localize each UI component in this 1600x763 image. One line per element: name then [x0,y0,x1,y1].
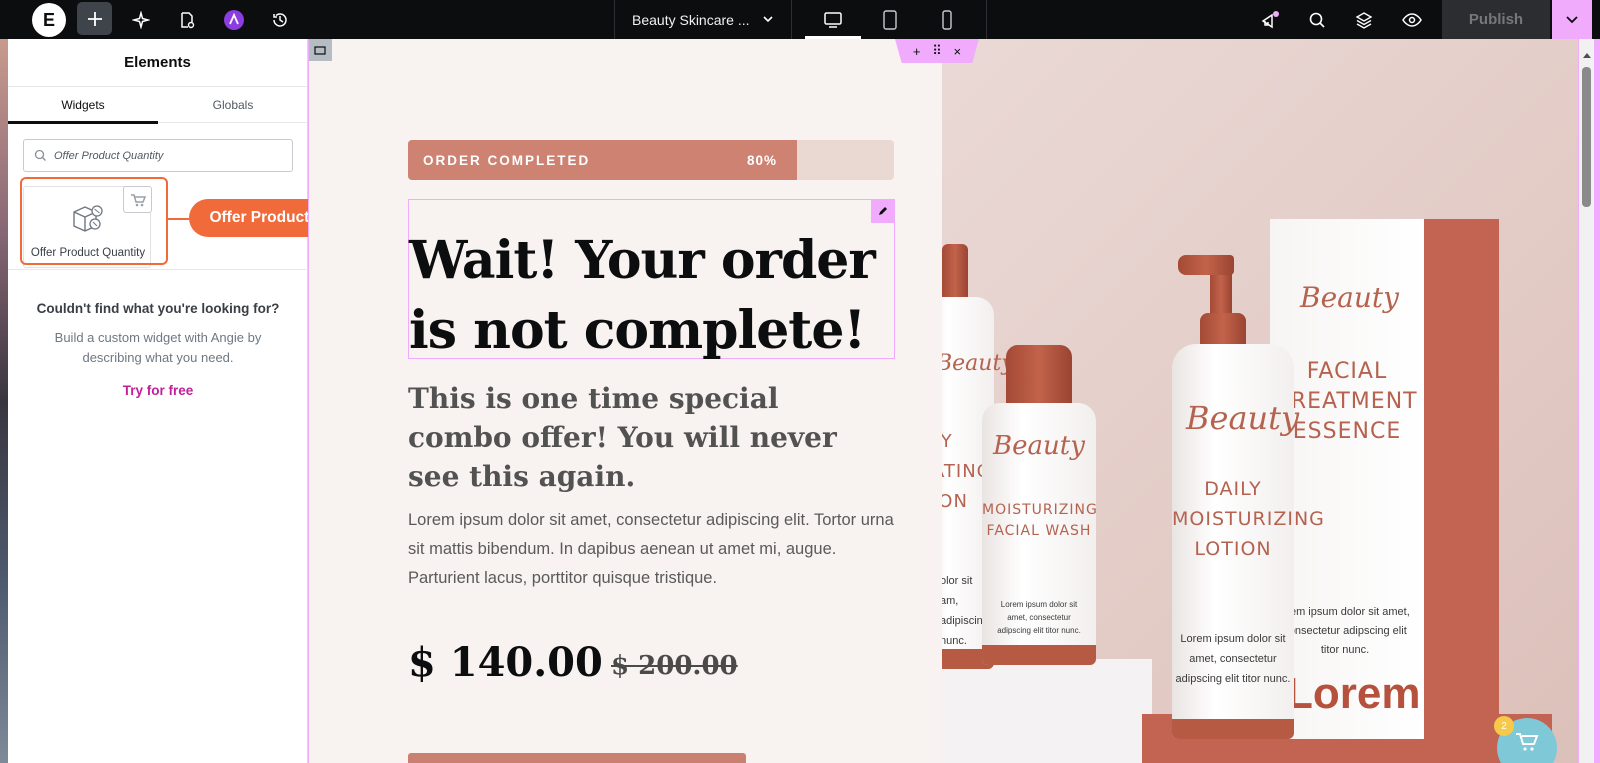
editor-canvas: Beauty LY ATING ION olor sit am, adipisc… [308,39,1578,763]
document-title: Beauty Skincare ... [632,11,750,28]
mobile-device-icon[interactable] [919,0,975,39]
whats-new-icon[interactable] [1253,0,1287,39]
left-bottle-small-text: olor sit am, adipiscing nunc. [942,575,989,647]
page-settings-icon[interactable] [170,0,204,39]
product-photo: Beauty LY ATING ION olor sit am, adipisc… [942,39,1578,763]
tab-widgets[interactable]: Widgets [8,87,158,124]
lotion-pump-head [1178,255,1234,275]
left-bottle-cap [942,244,968,302]
wash-bottle-base [982,645,1096,665]
lotion-bottle-line: DAILY [1204,478,1262,500]
left-bottle-line: ION [942,491,968,512]
not-found-title: Couldn't find what you're looking for? [36,301,280,316]
edit-pencil-icon[interactable] [871,199,895,223]
wash-bottle-name: MOISTURIZING FACIAL WASH [982,500,1098,542]
tablet-device-icon[interactable] [862,0,918,39]
lotion-bottle-line: MOISTURIZING [1172,508,1325,530]
progress-percent: 80% [747,152,778,168]
ai-sparkle-icon[interactable] [124,0,158,39]
panel-divider [8,269,308,270]
original-price: $ 200.00 [611,651,738,681]
widget-highlight-outline [20,177,168,265]
panel-title: Elements [8,39,307,87]
box-small-text: orem ipsum dolor sit amet, consectetur a… [1280,606,1410,656]
cart-icon [1516,733,1539,751]
scroll-thumb[interactable] [1582,67,1591,207]
lotion-bottle-base [1172,719,1294,739]
section-toolbar: + ⠿ × [895,39,979,63]
body-text: Lorem ipsum dolor sit amet, consectetur … [408,511,894,587]
desktop-device-icon[interactable] [805,0,861,39]
angie-icon[interactable] [217,0,251,39]
history-icon[interactable] [263,0,297,39]
wash-bottle-small-text: Lorem ipsum dolor sit amet, consectetur … [997,600,1081,635]
offer-price: $ 140.00 [408,639,603,686]
add-section-icon[interactable]: + [913,44,921,59]
widget-search-input[interactable]: Offer Product Quantity [23,139,293,172]
search-icon [34,149,46,161]
device-switcher [792,0,987,39]
structure-layers-icon[interactable] [1347,0,1381,39]
publish-options-chevron-icon[interactable] [1552,0,1592,39]
callout-connector [168,218,189,220]
wash-bottle-brand: Beauty [993,431,1085,461]
panel-tabs: Widgets Globals [8,87,308,124]
wash-bottle-line: FACIAL WASH [986,523,1092,539]
elementor-logo-icon[interactable]: E [32,3,66,37]
box-brand: Beauty [1300,281,1399,314]
add-element-icon[interactable] [77,2,112,35]
pedestal-left [942,659,1152,763]
cart-count-badge: 2 [1494,716,1514,736]
left-bottle-line: ATING [942,461,992,482]
preview-eye-icon[interactable] [1395,0,1429,39]
not-found-description: Build a custom widget with Angie by desc… [54,330,262,365]
lotion-bottle-name: DAILY MOISTURIZING LOTION [1172,474,1325,564]
chevron-down-icon [763,16,773,23]
try-for-free-link[interactable]: Try for free [8,383,308,398]
essence-box-side [1424,219,1499,739]
progress-label: ORDER COMPLETED [423,152,591,168]
finder-search-icon[interactable] [1300,0,1334,39]
wash-bottle-line: MOISTURIZING [982,502,1098,518]
heading-widget[interactable]: Wait! Your order is not complete! [408,199,895,361]
section-handle[interactable] [308,39,332,61]
search-value: Offer Product Quantity [54,149,164,162]
publish-button[interactable]: Publish [1442,0,1550,39]
lotion-bottle-small-text: Lorem ipsum dolor sit amet, consectetur … [1175,633,1291,685]
lotion-bottle-line: LOTION [1194,538,1272,560]
elements-panel: Elements Widgets Globals Offer Product Q… [8,39,397,763]
delete-section-icon[interactable]: × [954,44,962,59]
drag-section-icon[interactable]: ⠿ [932,43,942,59]
selection-edge [1594,39,1600,763]
top-bar: E Beauty Skincare ... Publish [0,0,1600,39]
desktop-background-strip [0,39,8,763]
main-heading: Wait! Your order is not complete! [409,230,876,361]
left-bottle-brand: Beauty [942,351,1014,376]
canvas-scrollbar[interactable] [1578,39,1594,763]
subheading: This is one time special combo offer! Yo… [408,382,837,493]
document-title-dropdown[interactable]: Beauty Skincare ... [614,0,792,39]
tab-globals[interactable]: Globals [158,87,308,123]
lotion-bottle-brand: Beauty [1186,399,1300,437]
left-bottle-name: LY ATING ION [942,427,992,517]
order-progress-bar: ORDER COMPLETED 80% [408,140,894,180]
scroll-up-arrow-icon[interactable] [1583,53,1591,58]
box-big-text: Lorem [1286,669,1421,718]
cta-button[interactable] [408,753,746,763]
left-bottle-line: LY [942,431,953,452]
